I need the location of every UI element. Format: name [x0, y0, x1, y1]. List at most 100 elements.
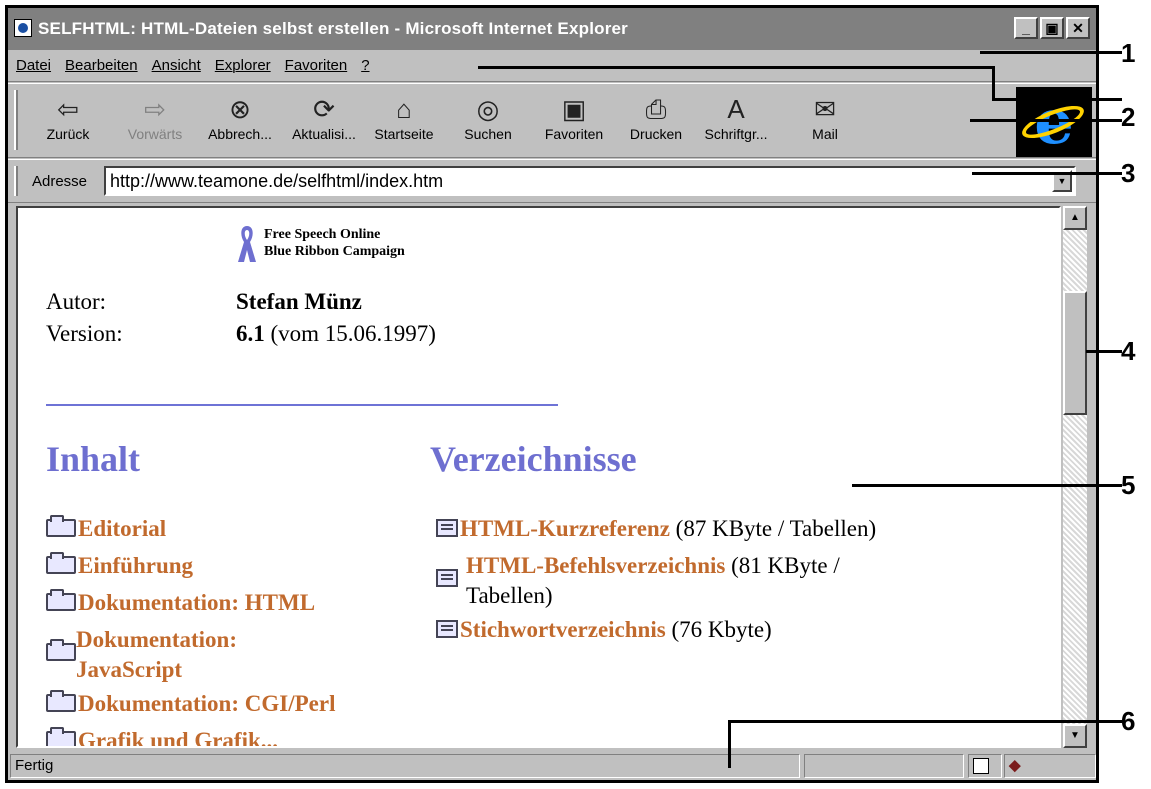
list-item: Grafik und Grafik... [46, 722, 335, 746]
list-item: Dokumentation: HTML [46, 584, 335, 621]
back-button[interactable]: ⇦ Zurück [26, 92, 110, 154]
list-item: Editorial [46, 510, 335, 547]
list-item: Stichwortverzeichnis (76 Kbyte) [436, 611, 876, 648]
menu-bearbeiten[interactable]: Bearbeiten [65, 57, 138, 74]
callout-5: 5 [1121, 470, 1136, 500]
version-date: (vom 15.06.1997) [264, 321, 436, 346]
callout-line-6b [728, 720, 731, 768]
font-size-icon: A [727, 94, 745, 124]
favorites-button[interactable]: ▣ Favoriten [532, 92, 616, 154]
ribbon-icon [238, 226, 256, 262]
link-stichwortverzeichnis[interactable]: Stichwortverzeichnis [460, 617, 666, 642]
callout-line-5 [852, 484, 1122, 487]
link-doku-javascript[interactable]: Dokumentation: [46, 625, 335, 655]
stop-button[interactable]: ⊗ Abbrech... [198, 92, 282, 154]
heading-verzeichnisse: Verzeichnisse [430, 439, 637, 479]
folder-icon [46, 727, 76, 746]
folder-icon [46, 639, 76, 661]
connection-icon: ◆ [1004, 754, 1096, 778]
list-item: Dokumentation: JavaScript [46, 621, 335, 685]
author-value: Stefan Münz [236, 289, 362, 314]
callout-3: 3 [1121, 158, 1136, 188]
link-grafik[interactable]: Grafik und Grafik... [78, 728, 278, 746]
link-html-kurzreferenz[interactable]: HTML-Kurzreferenz [460, 516, 670, 541]
stop-icon: ⊗ [229, 94, 251, 124]
status-bar: Fertig ◆ [8, 752, 1096, 780]
vertical-scrollbar[interactable]: ▲ ▼ [1063, 206, 1087, 748]
mail-icon: ✉ [814, 94, 836, 124]
scroll-down-button[interactable]: ▼ [1063, 724, 1087, 748]
address-label: Adresse [32, 173, 88, 190]
status-progress [804, 754, 964, 778]
scroll-up-button[interactable]: ▲ [1063, 206, 1087, 230]
maximize-button[interactable]: ▣ [1040, 17, 1064, 39]
folder-icon [46, 552, 76, 574]
search-button[interactable]: ◎ Suchen [446, 92, 530, 154]
ie-app-icon[interactable] [14, 19, 32, 37]
window-controls: _ ▣ ✕ [1014, 17, 1090, 39]
document-icon [436, 620, 458, 638]
callout-line-2c [992, 98, 1122, 101]
heading-inhalt: Inhalt [46, 439, 141, 479]
list-item: HTML-Befehlsverzeichnis (81 KByte / Tabe… [436, 547, 876, 611]
forward-arrow-icon: ⇨ [144, 94, 166, 124]
link-html-befehlsverzeichnis[interactable]: HTML-Befehlsverzeichnis [466, 553, 725, 578]
document-icon [436, 519, 458, 537]
list-item: Einführung [46, 547, 335, 584]
printer-icon: ⎙ [645, 94, 667, 124]
version-label: Version: [46, 321, 123, 346]
list-item: HTML-Kurzreferenz (87 KByte / Tabellen) [436, 510, 876, 547]
folder-icon [46, 690, 76, 712]
font-size-button[interactable]: A Schriftgr... [694, 92, 778, 154]
back-arrow-icon: ⇦ [57, 94, 79, 124]
print-button[interactable]: ⎙ Drucken [614, 92, 698, 154]
inhalt-list: Editorial Einführung Dokumentation: HTML… [46, 510, 335, 746]
forward-button[interactable]: ⇨ Vorwärts [113, 92, 197, 154]
verzeichnisse-list: HTML-Kurzreferenz (87 KByte / Tabellen) … [436, 510, 876, 648]
ribbon-line2: Blue Ribbon Campaign [264, 244, 405, 259]
minimize-button[interactable]: _ [1014, 17, 1038, 39]
status-text: Fertig [10, 754, 800, 778]
link-doku-html[interactable]: Dokumentation: HTML [78, 590, 315, 615]
version-number: 6.1 [236, 321, 265, 346]
callout-1: 1 [1121, 38, 1136, 68]
menu-favoriten[interactable]: Favoriten [285, 57, 348, 74]
ie-page-icon [973, 758, 989, 774]
close-button[interactable]: ✕ [1066, 17, 1090, 39]
folder-icon [46, 589, 76, 611]
mail-button[interactable]: ✉ Mail [783, 92, 867, 154]
list-item: Dokumentation: CGI/Perl [46, 685, 335, 722]
arrow-up-icon: ▲ [1070, 212, 1080, 223]
link-editorial[interactable]: Editorial [78, 516, 166, 541]
callout-line-2b [992, 66, 995, 100]
home-icon: ⌂ [396, 94, 412, 124]
home-button[interactable]: ⌂ Startseite [362, 92, 446, 154]
window-title: SELFHTML: HTML-Dateien selbst erstellen … [38, 19, 628, 38]
menu-explorer[interactable]: Explorer [215, 57, 271, 74]
author-label: Autor: [46, 289, 107, 314]
menu-ansicht[interactable]: Ansicht [152, 57, 201, 74]
menu-datei[interactable]: Datei [16, 57, 51, 74]
status-zone-icon [968, 754, 1002, 778]
callout-line-6a [728, 720, 1122, 723]
browser-window: SELFHTML: HTML-Dateien selbst erstellen … [5, 5, 1099, 783]
link-einfuehrung[interactable]: Einführung [78, 553, 193, 578]
link-doku-cgi-perl[interactable]: Dokumentation: CGI/Perl [78, 691, 335, 716]
title-bar[interactable]: SELFHTML: HTML-Dateien selbst erstellen … [8, 8, 1096, 50]
toolbar-grip[interactable] [14, 90, 18, 150]
dropdown-arrow-icon: ▼ [1057, 176, 1067, 186]
callout-line-1 [980, 51, 1122, 54]
arrow-down-icon: ▼ [1070, 730, 1080, 741]
menu-help[interactable]: ? [361, 57, 369, 74]
document-icon [436, 569, 458, 587]
address-grip[interactable] [14, 166, 18, 196]
search-icon: ◎ [476, 94, 500, 124]
ribbon-line1: Free Speech Online [264, 227, 381, 242]
callout-4: 4 [1121, 336, 1136, 366]
horizontal-rule [46, 404, 558, 406]
toolbar: ⇦ Zurück ⇨ Vorwärts ⊗ Abbrech... ⟳ Aktua… [8, 83, 1096, 158]
scroll-thumb[interactable] [1063, 291, 1087, 415]
address-input[interactable]: http://www.teamone.de/selfhtml/index.htm… [104, 166, 1076, 196]
refresh-button[interactable]: ⟳ Aktualisi... [282, 92, 366, 154]
callout-line-2a [478, 66, 994, 69]
